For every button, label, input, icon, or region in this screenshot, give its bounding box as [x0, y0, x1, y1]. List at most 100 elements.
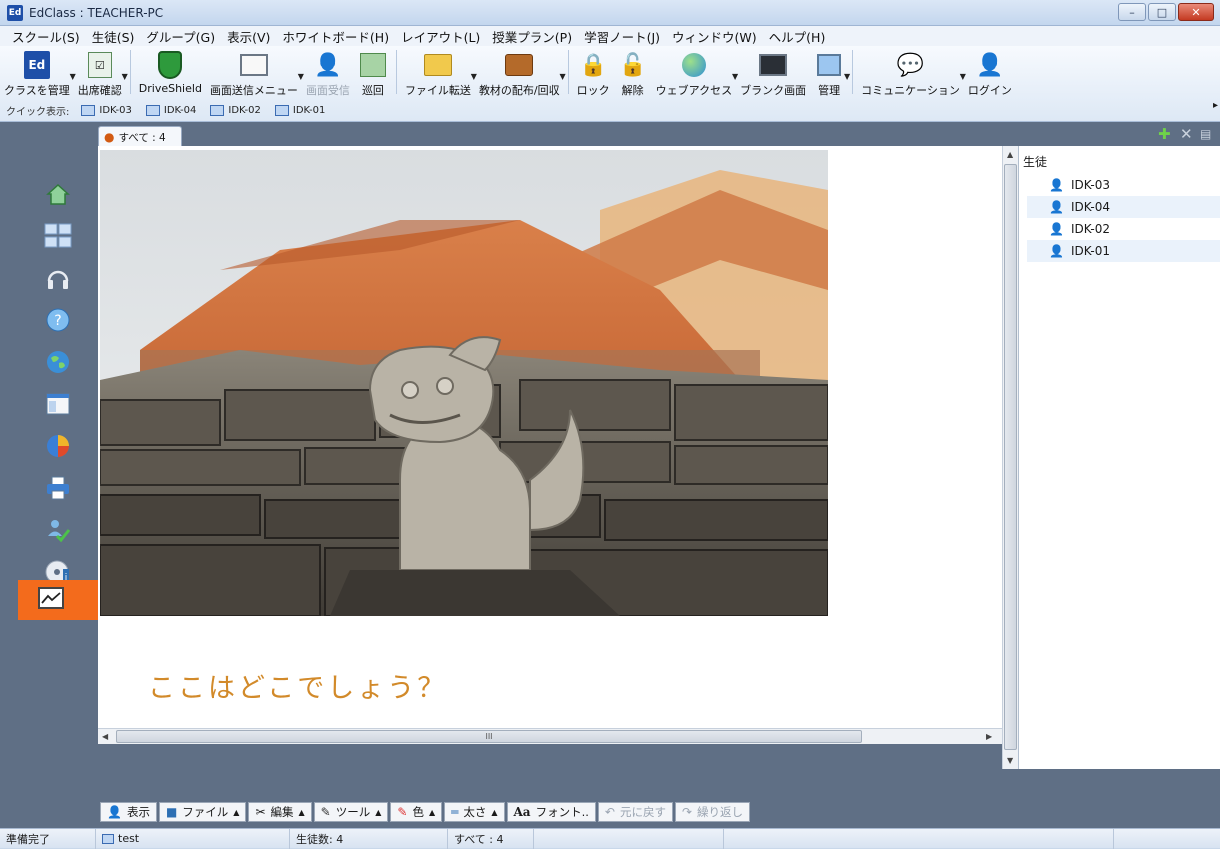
scroll-left-icon[interactable]: ◀: [102, 732, 108, 741]
add-tab-icon[interactable]: ✚: [1158, 125, 1171, 143]
vertical-scroll-thumb[interactable]: [1004, 164, 1017, 750]
svg-text:?: ?: [54, 313, 61, 329]
edit-button[interactable]: ✂ 編集 ▲: [248, 802, 312, 822]
horizontal-scrollbar[interactable]: ◀ III ▶: [98, 728, 1002, 744]
menu-school[interactable]: スクール(S): [6, 27, 86, 46]
user-icon: 👤: [1049, 222, 1064, 236]
toolbar-divider: [852, 50, 854, 94]
tab-list-icon[interactable]: ▤: [1200, 127, 1211, 141]
close-tab-icon[interactable]: ✕: [1180, 125, 1193, 143]
chevron-down-icon[interactable]: ▼: [560, 72, 566, 81]
menu-layout[interactable]: レイアウト(L): [395, 27, 486, 46]
app-logo-icon: Ed: [7, 4, 23, 21]
unlock-icon: 🔓: [618, 52, 647, 78]
scroll-up-icon[interactable]: ▲: [1007, 150, 1013, 159]
status-class-name: test: [118, 832, 140, 845]
chevron-down-icon[interactable]: ▼: [122, 72, 128, 81]
menu-view[interactable]: 表示(V): [221, 27, 276, 46]
scroll-right-icon[interactable]: ▶: [986, 732, 992, 741]
student-list-item[interactable]: 👤 IDK-02: [1027, 218, 1220, 240]
attendance-button[interactable]: ☑ 出席確認 ▼: [74, 50, 128, 98]
status-bar: 準備完了 test 生徒数: 4 すべて : 4: [0, 828, 1220, 849]
horizontal-scroll-thumb[interactable]: III: [116, 730, 862, 743]
printer-icon[interactable]: [40, 470, 76, 506]
home-icon[interactable]: [40, 176, 76, 212]
quick-view-item[interactable]: IDK-01: [274, 104, 325, 116]
login-button[interactable]: 👤 ログイン: [964, 50, 1016, 98]
chat-icon: 💬: [896, 52, 925, 78]
status-empty-cell: [1114, 829, 1218, 849]
tab-all-students[interactable]: ● すべて : 4: [98, 126, 182, 147]
student-list-item[interactable]: 👤 IDK-04: [1027, 196, 1220, 218]
student-list-item[interactable]: 👤 IDK-03: [1027, 174, 1220, 196]
quick-view-bar: クイック表示: IDK-03 IDK-04 IDK-02 IDK-01: [6, 102, 339, 118]
quick-view-item[interactable]: IDK-02: [210, 104, 261, 116]
chevron-up-icon: ▲: [233, 807, 240, 817]
help-question-icon[interactable]: ?: [40, 302, 76, 338]
driveshield-button[interactable]: DriveShield: [135, 50, 206, 98]
screen-receive-label: 画面受信: [305, 84, 350, 97]
student-name: IDK-04: [1071, 200, 1110, 214]
attendance-icon: ☑: [85, 50, 115, 80]
material-distribute-button[interactable]: 教材の配布/回収 ▼: [475, 50, 566, 98]
menu-window[interactable]: ウィンドウ(W): [666, 27, 763, 46]
file-button[interactable]: ■ ファイル ▲: [158, 802, 247, 822]
screen-receive-button[interactable]: 👤 画面受信: [302, 50, 354, 98]
patrol-button[interactable]: 巡回: [354, 50, 392, 98]
user-check-icon[interactable]: [40, 512, 76, 548]
whiteboard-canvas[interactable]: ここはどこでしょう？: [98, 146, 1002, 728]
menu-lesson-plan[interactable]: 授業プラン(P): [486, 27, 578, 46]
font-button[interactable]: Aa フォント..: [506, 802, 596, 822]
tool-button[interactable]: ✎ ツール ▲: [313, 802, 389, 822]
undo-button[interactable]: ↶ 元に戻す: [597, 802, 673, 822]
whiteboard-button[interactable]: [18, 580, 98, 620]
web-access-label: ウェブアクセス: [655, 84, 733, 97]
group-icon: ●: [104, 130, 115, 144]
close-button[interactable]: ✕: [1178, 3, 1214, 21]
blank-screen-button[interactable]: ブランク画面: [736, 50, 810, 98]
quick-view-item[interactable]: IDK-04: [145, 104, 196, 116]
computer-icon: [814, 50, 844, 80]
quick-view-label: クイック表示:: [6, 106, 70, 118]
font-icon: Aa: [513, 805, 531, 819]
student-panel: 生徒 👤 IDK-03 👤 IDK-04 👤 IDK-02 👤 IDK-01: [1018, 146, 1220, 769]
status-ready: 準備完了: [0, 828, 96, 849]
menu-study-note[interactable]: 学習ノート(J): [578, 27, 666, 46]
patrol-icon: [358, 50, 388, 80]
chevron-up-icon: ▲: [491, 807, 498, 817]
screen-send-menu-button[interactable]: 画面送信メニュー ▼: [206, 50, 304, 98]
headphones-icon[interactable]: [40, 260, 76, 296]
student-list-item[interactable]: 👤 IDK-01: [1027, 240, 1220, 262]
minimize-button[interactable]: –: [1118, 3, 1146, 21]
unlock-button[interactable]: 🔓 解除: [614, 50, 652, 98]
file-transfer-button[interactable]: ファイル転送 ▼: [401, 50, 477, 98]
color-button[interactable]: ✎ 色 ▲: [390, 802, 443, 822]
quick-view-item[interactable]: IDK-03: [81, 104, 132, 116]
menu-help[interactable]: ヘルプ(H): [763, 27, 832, 46]
thumbnail-view-icon[interactable]: [40, 218, 76, 254]
globe-icon[interactable]: [40, 344, 76, 380]
class-manage-button[interactable]: Ed クラスを管理 ▼: [0, 50, 76, 98]
thickness-button[interactable]: ═ 太さ ▲: [444, 802, 505, 822]
pie-chart-icon[interactable]: [40, 428, 76, 464]
scroll-down-icon[interactable]: ▼: [1007, 756, 1013, 765]
edit-label: 編集: [270, 805, 294, 819]
vertical-scrollbar[interactable]: ▲ ▼: [1002, 146, 1018, 769]
menu-whiteboard[interactable]: ホワイトボード(H): [276, 27, 395, 46]
shield-icon: [155, 50, 185, 80]
menu-students[interactable]: 生徒(S): [86, 27, 141, 46]
redo-icon: ↷: [681, 805, 693, 819]
menu-group[interactable]: グループ(G): [140, 27, 221, 46]
view-button[interactable]: 👤 表示: [100, 802, 157, 822]
monitor-icon: [210, 104, 225, 116]
web-access-button[interactable]: ウェブアクセス ▼: [652, 50, 738, 98]
chevron-down-icon[interactable]: ▼: [844, 72, 850, 81]
maximize-button[interactable]: □: [1148, 3, 1176, 21]
manage-button[interactable]: 管理 ▼: [810, 50, 850, 98]
driveshield-label: DriveShield: [138, 82, 202, 95]
lock-button[interactable]: 🔒 ロック: [573, 50, 614, 98]
toolbar-overflow-button[interactable]: ▸: [1213, 100, 1218, 111]
communication-button[interactable]: 💬 コミュニケーション ▼: [857, 50, 966, 98]
window-layout-icon[interactable]: [40, 386, 76, 422]
redo-button[interactable]: ↷ 繰り返し: [674, 802, 751, 822]
